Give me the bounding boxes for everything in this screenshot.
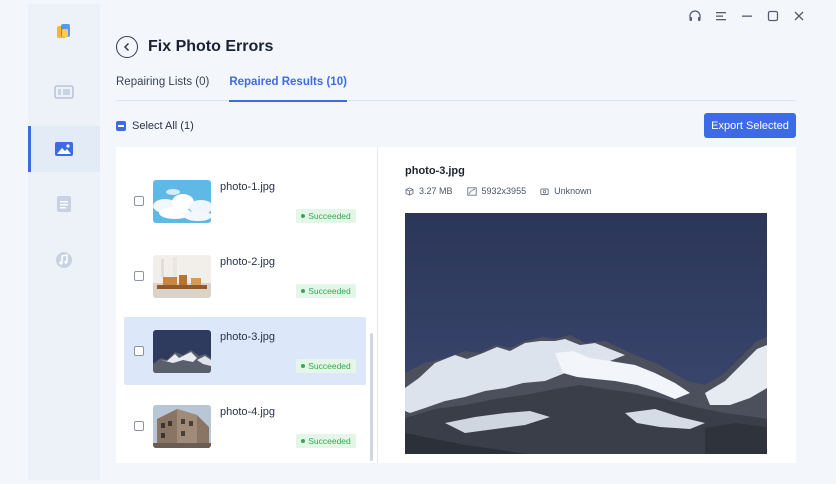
item-checkbox[interactable] [134,196,144,206]
item-checkbox[interactable] [134,421,144,431]
tab-bar: Repairing Lists (0) Repaired Results (10… [116,74,796,102]
thumbnail-image [153,180,211,223]
headset-icon[interactable] [688,9,702,23]
video-icon [54,83,74,101]
menu-icon[interactable] [714,9,728,23]
sidebar-item-video[interactable] [28,69,100,115]
file-resolution: 5932x3955 [466,186,526,196]
list-item[interactable]: photo-3.jpg Succeeded [124,317,366,385]
sidebar [28,4,100,480]
box-icon [405,187,414,195]
file-name: photo-3.jpg [220,331,276,343]
file-size: 3.27 MB [405,186,453,196]
minimize-icon[interactable] [740,9,754,23]
file-list: photo-1.jpg Succeeded photo-2.jpg Succee… [116,147,378,463]
preview-panel: photo-3.jpg 3.27 MB 5932x3955 Unknown [378,147,796,463]
thumbnail-image [153,405,211,448]
file-name: photo-2.jpg [220,256,276,268]
titlebar-controls [688,9,806,23]
tab-repairing-lists[interactable]: Repairing Lists (0) [116,74,209,101]
sidebar-item-document[interactable] [28,181,100,227]
status-badge: Succeeded [296,359,356,373]
preview-file-name: photo-3.jpg [405,165,465,177]
file-camera: Unknown [540,186,592,196]
list-item[interactable]: photo-4.jpg Succeeded [124,392,366,460]
tab-repaired-results[interactable]: Repaired Results (10) [229,74,347,102]
sidebar-item-photo[interactable] [28,126,100,172]
image-icon [54,140,74,158]
list-item[interactable]: photo-2.jpg Succeeded [124,242,366,310]
app-window: Fix Photo Errors Repairing Lists (0) Rep… [0,0,836,484]
preview-image [405,213,767,454]
select-all-label: Select All (1) [132,120,194,132]
results-panel: photo-1.jpg Succeeded photo-2.jpg Succee… [116,147,796,463]
app-logo-icon [54,22,74,42]
item-checkbox[interactable] [134,271,144,281]
preview-metadata: 3.27 MB 5932x3955 Unknown [405,186,592,196]
list-scrollbar[interactable] [370,333,373,461]
back-button[interactable] [116,36,138,58]
document-icon [54,195,74,213]
thumbnail-image [153,330,211,373]
select-all-checkbox[interactable] [116,121,126,131]
page-header: Fix Photo Errors [116,36,273,58]
item-checkbox[interactable] [134,346,144,356]
file-name: photo-1.jpg [220,181,276,193]
status-badge: Succeeded [296,434,356,448]
thumbnail-image [153,255,211,298]
select-all[interactable]: Select All (1) [116,120,194,132]
file-name: photo-4.jpg [220,406,276,418]
maximize-icon[interactable] [766,9,780,23]
status-badge: Succeeded [296,209,356,223]
camera-icon [540,188,549,195]
music-icon [54,251,74,269]
close-icon[interactable] [792,9,806,23]
page-title: Fix Photo Errors [148,38,274,55]
sidebar-item-audio[interactable] [28,237,100,283]
chevron-left-icon [123,42,130,52]
status-badge: Succeeded [296,284,356,298]
resolution-icon [466,186,477,196]
list-item[interactable]: photo-1.jpg Succeeded [124,167,366,235]
export-selected-button[interactable]: Export Selected [704,113,796,138]
